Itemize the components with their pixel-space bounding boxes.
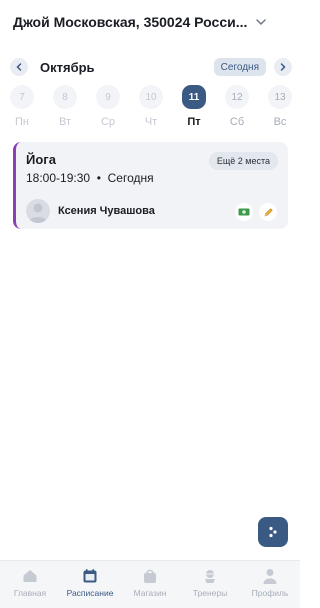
calendar-icon: [83, 569, 97, 583]
month-label: Октябрь: [40, 59, 95, 75]
session-day: Сегодня: [107, 171, 154, 185]
tab-label: Профиль: [251, 588, 289, 598]
week-day-strip: 7 Пн 8 Вт 9 Ср 10 Чт 11 Пт 12 Сб 13 Вс: [9, 85, 293, 129]
weekday-label: Пт: [187, 116, 201, 128]
filter-fab-button[interactable]: [258, 517, 288, 547]
cash-icon: [238, 208, 250, 216]
home-icon: [23, 570, 37, 582]
day-mon[interactable]: 7 Пн: [9, 85, 35, 129]
location-label[interactable]: Джой Московская, 350024 Росси...: [13, 14, 247, 30]
today-button[interactable]: Сегодня: [213, 58, 266, 76]
tab-label: Расписание: [66, 588, 114, 598]
day-number: 11: [182, 85, 206, 109]
weekday-label: Ср: [100, 116, 116, 128]
trainer-row[interactable]: Ксения Чувашова: [26, 199, 155, 223]
session-title: Йога: [26, 152, 56, 167]
trainer-avatar: [26, 199, 50, 223]
tab-schedule[interactable]: Расписание: [60, 561, 120, 608]
tab-shop[interactable]: Магазин: [120, 561, 180, 608]
chevron-left-icon: [16, 63, 22, 71]
day-thu[interactable]: 10 Чт: [138, 85, 164, 129]
day-sat[interactable]: 12 Сб: [224, 85, 250, 129]
edit-button[interactable]: [259, 203, 277, 221]
next-week-button[interactable]: [274, 58, 292, 76]
day-number: 13: [268, 85, 292, 109]
day-tue[interactable]: 8 Вт: [52, 85, 78, 129]
tab-label: Магазин: [133, 588, 167, 598]
session-card[interactable]: Йога Ещё 2 места 18:00-19:30 • Сегодня К…: [13, 142, 288, 229]
time-separator: •: [96, 171, 101, 185]
weekday-label: Сб: [229, 116, 245, 128]
chevron-down-icon[interactable]: [255, 16, 267, 28]
trainer-icon: [205, 570, 215, 583]
location-header[interactable]: Джой Московская, 350024 Росси...: [13, 12, 290, 32]
weekday-label: Пн: [15, 116, 29, 128]
shop-bag-icon: [144, 569, 156, 583]
person-icon: [29, 203, 47, 223]
pencil-icon: [264, 207, 273, 216]
day-number: 9: [96, 85, 120, 109]
day-fri-selected[interactable]: 11 Пт: [181, 85, 207, 129]
day-number: 7: [10, 85, 34, 109]
bottom-tab-bar: Главная Расписание Магазин Тренеры Профи…: [0, 560, 300, 608]
tab-trainers[interactable]: Тренеры: [180, 561, 240, 608]
tab-label: Тренеры: [192, 588, 228, 598]
day-number: 12: [225, 85, 249, 109]
tab-profile[interactable]: Профиль: [240, 561, 300, 608]
spots-badge: Ещё 2 места: [208, 152, 278, 170]
session-time: 18:00-19:30: [26, 171, 91, 185]
profile-icon: [263, 569, 277, 584]
tab-home[interactable]: Главная: [0, 561, 60, 608]
filter-sliders-icon: [269, 526, 277, 538]
day-sun[interactable]: 13 Вс: [267, 85, 293, 129]
payment-button[interactable]: [235, 203, 253, 221]
day-number: 8: [53, 85, 77, 109]
tab-label: Главная: [13, 588, 47, 598]
trainer-name: Ксения Чувашова: [58, 205, 155, 217]
weekday-label: Чт: [144, 116, 158, 128]
month-navigation: Октябрь Сегодня: [10, 57, 292, 77]
prev-week-button[interactable]: [10, 58, 28, 76]
weekday-label: Вс: [273, 116, 287, 128]
day-wed[interactable]: 9 Ср: [95, 85, 121, 129]
session-time-row: 18:00-19:30 • Сегодня: [26, 171, 154, 185]
day-number: 10: [139, 85, 163, 109]
weekday-label: Вт: [58, 116, 71, 128]
chevron-right-icon: [280, 63, 286, 71]
